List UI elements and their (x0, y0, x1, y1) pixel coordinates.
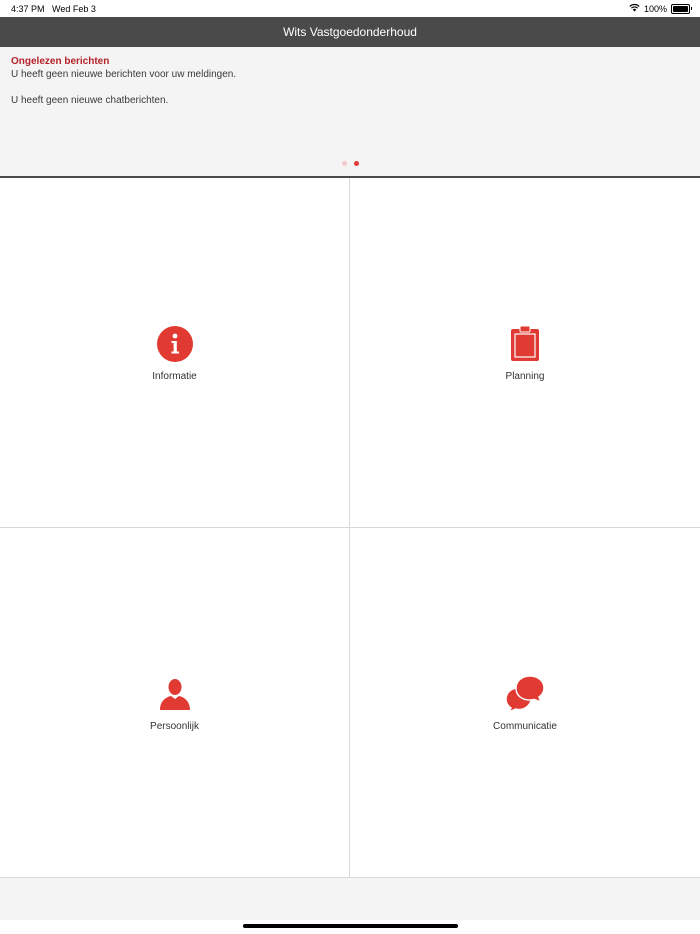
chat-bubbles-icon (505, 674, 545, 714)
tile-label: Planning (505, 370, 545, 382)
tile-communicatie[interactable]: Communicatie (350, 528, 700, 878)
tile-label: Informatie (152, 370, 197, 382)
page-dot-2[interactable] (353, 161, 359, 166)
info-icon (155, 324, 195, 364)
unread-messages-panel[interactable]: Ongelezen berichten U heeft geen nieuwe … (0, 47, 700, 178)
home-indicator[interactable] (243, 924, 458, 928)
tile-label: Communicatie (493, 720, 557, 732)
clipboard-icon (505, 324, 545, 364)
status-bar: 4:37 PM Wed Feb 3 100% (0, 0, 700, 17)
tile-label: Persoonlijk (150, 720, 199, 732)
person-icon (155, 674, 195, 714)
tile-persoonlijk[interactable]: Persoonlijk (0, 528, 350, 878)
navigation-bar: Wits Vastgoedonderhoud (0, 17, 700, 47)
bottom-bar (0, 878, 700, 920)
menu-grid: Informatie Planning Persoonlijk Communic… (0, 178, 700, 878)
page-dot-1[interactable] (341, 161, 347, 166)
status-time: 4:37 PM (11, 4, 45, 14)
battery-percentage: 100% (643, 3, 667, 14)
wifi-icon (629, 3, 640, 14)
page-title: Wits Vastgoedonderhoud (283, 25, 417, 39)
status-date: Wed Feb 3 (52, 4, 96, 14)
tile-planning[interactable]: Planning (350, 178, 700, 528)
page-indicator[interactable] (0, 161, 700, 166)
status-indicators: 100% (629, 3, 692, 14)
tile-informatie[interactable]: Informatie (0, 178, 350, 528)
app-screen: 4:37 PM Wed Feb 3 100% Wits Vastgoedonde… (0, 0, 700, 934)
notifications-message: U heeft geen nieuwe berichten voor uw me… (11, 69, 237, 80)
chat-message: U heeft geen nieuwe chatberichten. (11, 95, 169, 106)
battery-icon (671, 3, 692, 14)
messages-heading: Ongelezen berichten (11, 56, 110, 67)
